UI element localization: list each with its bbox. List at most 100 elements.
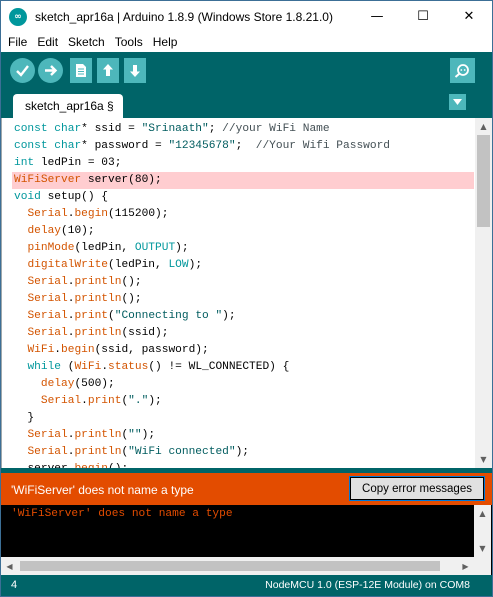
verify-button[interactable] (10, 58, 35, 83)
code-token: (ledPin, (74, 242, 135, 254)
scroll-left-arrow-icon[interactable]: ◀ (1, 557, 18, 575)
maximize-button[interactable]: ☐ (400, 1, 446, 32)
menu-edit[interactable]: Edit (32, 35, 63, 49)
code-line[interactable]: Serial.print("."); (14, 393, 474, 410)
code-token: ); (175, 242, 189, 254)
code-line[interactable]: while (WiFi.status() != WL_CONNECTED) { (14, 359, 474, 376)
menu-file[interactable]: File (3, 35, 32, 49)
code-token: (); (121, 293, 142, 305)
code-token: () != WL_CONNECTED) { (148, 361, 290, 373)
code-token: void (14, 191, 41, 203)
new-sketch-button[interactable] (70, 58, 92, 83)
menu-sketch[interactable]: Sketch (63, 35, 110, 49)
code-token: (ledPin, (108, 259, 169, 271)
code-token: (ssid); (121, 327, 169, 339)
code-line[interactable]: Serial.print("Connecting to "); (14, 308, 474, 325)
code-editor[interactable]: const char* ssid = "Srinaath"; //your Wi… (1, 118, 492, 468)
code-line[interactable]: Serial.println(ssid); (14, 325, 474, 342)
tab-label: sketch_apr16a § (25, 99, 114, 113)
code-line[interactable]: Serial.println(); (14, 291, 474, 308)
code-line-error[interactable]: WiFiServer server(80); (12, 172, 474, 189)
code-token: "WiFi connected" (128, 446, 236, 458)
menu-help[interactable]: Help (148, 35, 183, 49)
scroll-down-arrow-icon[interactable]: ▼ (474, 540, 491, 557)
code-line[interactable]: Serial.println(""); (14, 427, 474, 444)
code-line[interactable]: Serial.println(); (14, 274, 474, 291)
console-error-text: 'WiFiServer' does not name a type (11, 508, 233, 520)
window-title: sketch_apr16a | Arduino 1.8.9 (Windows S… (35, 9, 333, 24)
code-token: ); (148, 395, 162, 407)
code-token: Serial (27, 276, 68, 288)
console-output[interactable]: 'WiFiServer' does not name a type ▲ ▼ ◀ … (1, 505, 492, 575)
code-token: Serial (27, 429, 68, 441)
tab-sketch[interactable]: sketch_apr16a § (13, 94, 123, 118)
code-token: server(80); (81, 174, 162, 186)
code-line[interactable]: WiFi.begin(ssid, password); (14, 342, 474, 359)
console-hscroll-thumb[interactable] (20, 561, 440, 571)
menu-tools[interactable]: Tools (110, 35, 148, 49)
code-token: "." (128, 395, 149, 407)
code-token: . (81, 395, 88, 407)
code-line[interactable]: } (14, 410, 474, 427)
triangle-down-icon (453, 99, 462, 105)
close-button[interactable]: ✕ (446, 1, 492, 32)
open-button[interactable] (97, 58, 119, 83)
code-token: OUTPUT (134, 242, 176, 254)
upload-button[interactable] (38, 58, 63, 83)
code-token: pinMode (27, 242, 75, 254)
tab-menu-button[interactable] (449, 94, 466, 110)
error-message: 'WiFiServer' does not name a type (11, 483, 194, 497)
line-number: 4 (11, 579, 18, 591)
code-token: //Your Wifi Password (255, 140, 391, 152)
code-line[interactable]: pinMode(ledPin, OUTPUT); (14, 240, 474, 257)
code-line[interactable]: delay(500); (14, 376, 474, 393)
code-token: "Connecting to " (114, 310, 223, 322)
minimize-button[interactable]: — (354, 1, 400, 32)
code-line[interactable]: server.begin(); (14, 461, 474, 468)
copy-error-messages-button[interactable]: Copy error messages (349, 476, 485, 501)
code-token: println (74, 293, 122, 305)
scroll-down-arrow-icon[interactable]: ▼ (475, 451, 492, 468)
code-token: Serial (27, 446, 68, 458)
code-token: Serial (27, 327, 68, 339)
code-token: * password = (81, 140, 169, 152)
scroll-up-arrow-icon[interactable]: ▲ (474, 505, 491, 522)
code-line[interactable]: const char* password = "12345678"; //You… (14, 138, 474, 155)
status-bar: 4 NodeMCU 1.0 (ESP-12E Module) on COM8 (1, 575, 492, 596)
code-token: char (54, 123, 82, 135)
code-line[interactable]: digitalWrite(ledPin, LOW); (14, 257, 474, 274)
code-token: (); (121, 276, 142, 288)
scroll-right-arrow-icon[interactable]: ▶ (457, 557, 474, 575)
code-line[interactable]: int ledPin = 03; (14, 155, 474, 172)
code-line[interactable]: Serial.begin(115200); (14, 206, 474, 223)
code-token: digitalWrite (27, 259, 109, 271)
code-token: println (74, 429, 122, 441)
editor-scroll-thumb[interactable] (477, 135, 490, 227)
arrow-right-icon (45, 65, 58, 76)
console-horizontal-scrollbar[interactable]: ◀ ▶ (1, 557, 474, 575)
code-line[interactable]: Serial.println("WiFi connected"); (14, 444, 474, 461)
code-token: WiFi (74, 361, 102, 373)
code-token: "12345678" (168, 140, 236, 152)
code-token: const (14, 140, 55, 152)
serial-monitor-button[interactable] (450, 58, 475, 83)
console-vertical-scrollbar[interactable]: ▲ ▼ (474, 505, 491, 557)
code-token: begin (74, 208, 109, 220)
code-token: int (14, 157, 35, 169)
code-token: WiFi (27, 344, 55, 356)
code-line[interactable]: const char* ssid = "Srinaath"; //your Wi… (14, 121, 474, 138)
save-button[interactable] (124, 58, 146, 83)
code-token: . (54, 344, 62, 356)
code-line[interactable]: void setup() { (14, 189, 474, 206)
scroll-up-arrow-icon[interactable]: ▲ (475, 118, 492, 135)
code-line[interactable]: delay(10); (14, 223, 474, 240)
editor-vertical-scrollbar[interactable]: ▲ ▼ (475, 118, 492, 468)
code-token: ); (141, 429, 156, 441)
code-text[interactable]: const char* ssid = "Srinaath"; //your Wi… (12, 121, 474, 468)
